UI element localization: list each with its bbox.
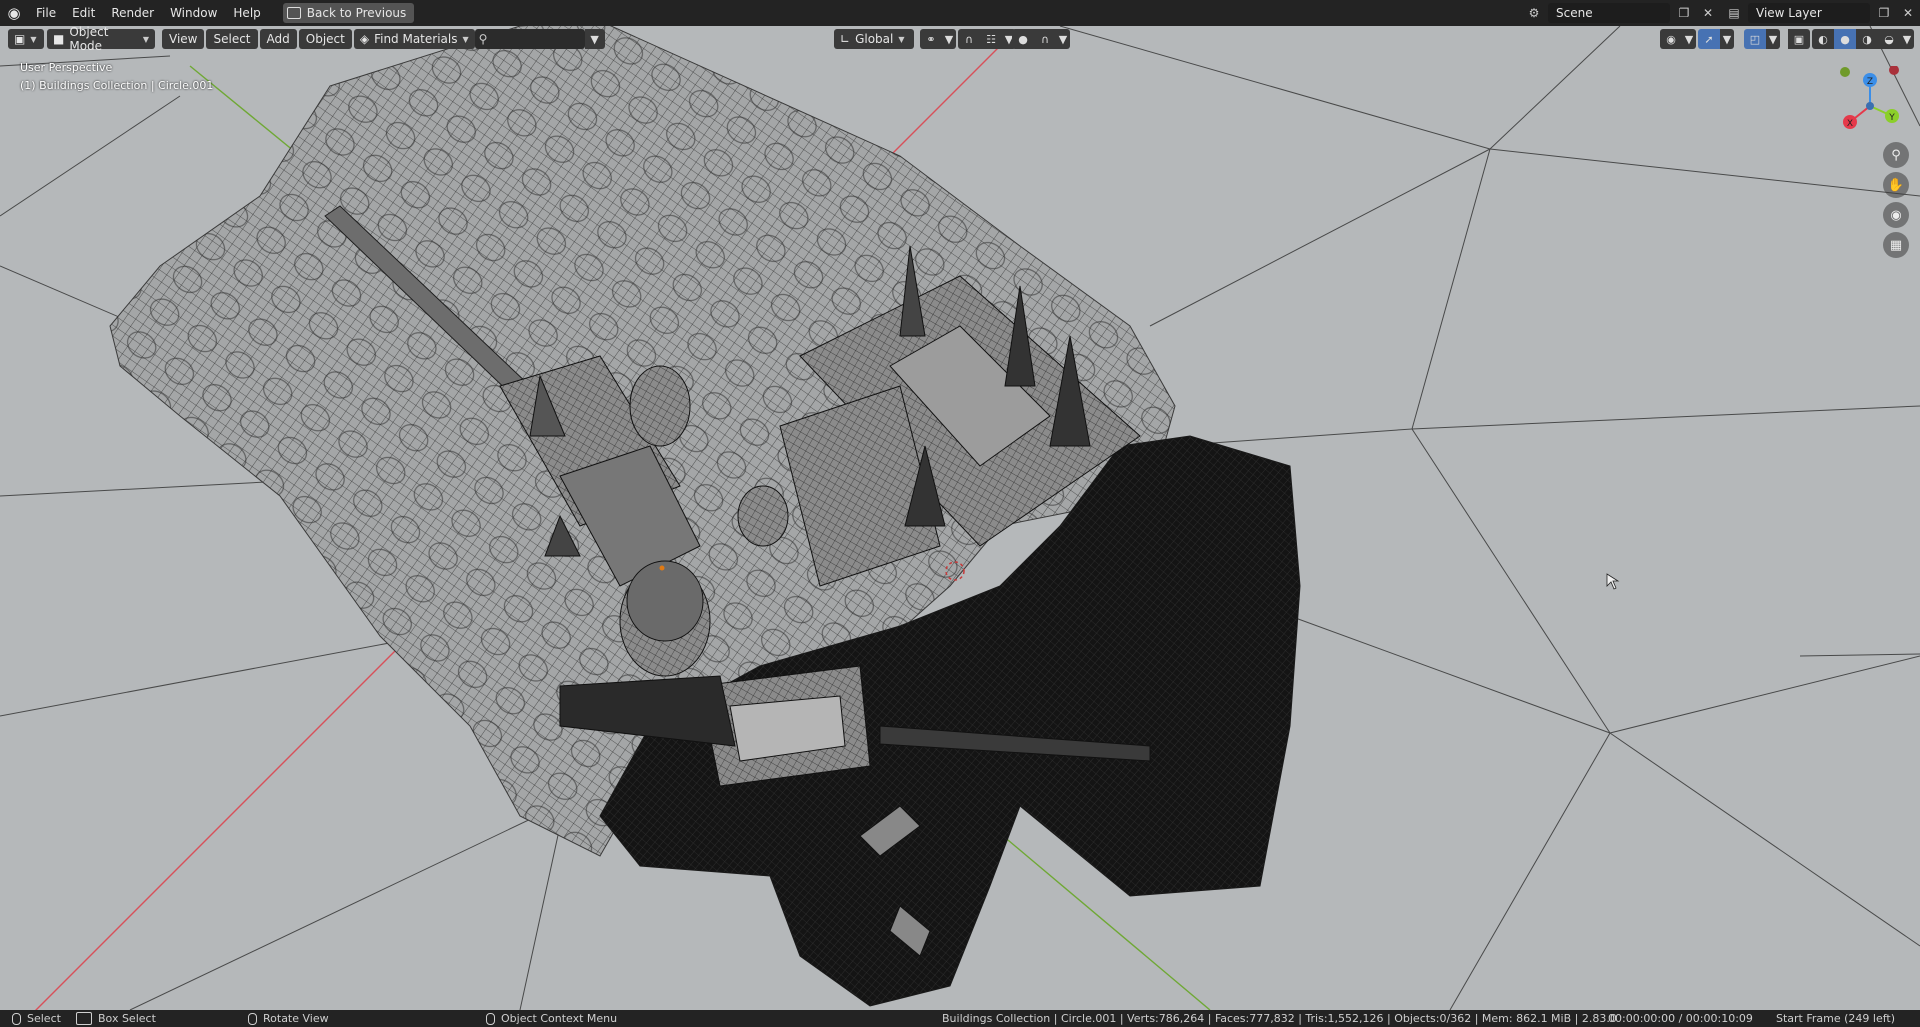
editor-type-dropdown[interactable]: ▣ ▼ [8, 29, 44, 49]
hand-icon[interactable]: ✋ [1883, 172, 1909, 198]
materials-icon: ◈ [359, 32, 370, 46]
object-menu[interactable]: Object [298, 29, 352, 49]
object-mode-icon: ■ [53, 32, 65, 46]
menu-render[interactable]: Render [103, 0, 162, 26]
scene-field[interactable]: Scene [1548, 3, 1670, 23]
navigation-gizmo[interactable]: X Y Z [1830, 66, 1910, 146]
add-menu[interactable]: Add [259, 29, 297, 49]
material-shading-icon[interactable]: ◑ [1856, 29, 1878, 49]
pivot-icon[interactable]: ⚭ [920, 29, 942, 49]
gizmo-x-label: X [1847, 119, 1853, 129]
close-view-layer-icon[interactable]: ✕ [1898, 3, 1918, 23]
timecode: 00:00:00:00 / 00:00:10:09 [1608, 1012, 1753, 1025]
object-mode-label: Object Mode [69, 26, 109, 53]
search-input[interactable]: ⚲ [474, 29, 585, 49]
new-scene-icon[interactable]: ❐ [1674, 3, 1694, 23]
camera-icon[interactable]: ◉ [1883, 202, 1909, 228]
find-materials-dropdown[interactable]: ◈ Find Materials ▼ [353, 29, 475, 49]
snap-icon[interactable]: ∩ [958, 29, 980, 49]
new-view-layer-icon[interactable]: ❐ [1874, 3, 1894, 23]
blender-logo-icon[interactable]: ◉ [0, 0, 28, 26]
zoom-icon[interactable]: ⚲ [1883, 142, 1909, 168]
view-menu[interactable]: View [162, 29, 205, 49]
top-menu-bar: ◉ File Edit Render Window Help Back to P… [0, 0, 1920, 26]
object-origin [659, 565, 665, 571]
visibility-icon[interactable]: ◉ [1660, 29, 1682, 49]
gizmo-neg-y-handle[interactable] [1840, 67, 1850, 77]
transform-icon: ∟ [840, 32, 851, 46]
object-mode-dropdown[interactable]: ■ Object Mode ▼ [47, 26, 155, 53]
menu-help[interactable]: Help [225, 0, 268, 26]
select-menu[interactable]: Select [206, 29, 258, 49]
status-select: Select [27, 1012, 61, 1025]
status-box-select: Box Select [98, 1012, 156, 1025]
gizmo-dropdown-icon[interactable]: ▼ [1720, 29, 1734, 49]
menu-window[interactable]: Window [162, 0, 225, 26]
gizmo-icon[interactable]: ➚ [1698, 29, 1720, 49]
close-icon[interactable]: ✕ [1698, 3, 1718, 23]
xray-icon[interactable]: ▣ [1788, 29, 1810, 49]
start-frame-info: Start Frame (249 left) [1776, 1012, 1896, 1025]
mouse-pointer [1606, 573, 1620, 590]
view-layer-icon[interactable]: ▤ [1724, 3, 1744, 23]
status-bar: Select Box Select Rotate View Object Con… [0, 1010, 1920, 1027]
visibility-dropdown-icon[interactable]: ▼ [1682, 29, 1696, 49]
overlay-dropdown-icon[interactable]: ▼ [1766, 29, 1780, 49]
transform-orientation-dropdown[interactable]: ∟ Global ▼ [834, 29, 914, 49]
overlay-icon[interactable]: ◰ [1744, 29, 1766, 49]
proportional-falloff-icon[interactable]: ∩ [1034, 29, 1056, 49]
editor-type-icon: ▣ [14, 32, 26, 46]
wireframe-shading-icon[interactable]: ◐ [1812, 29, 1834, 49]
scene-icon[interactable]: ⚙ [1524, 3, 1544, 23]
3d-viewport[interactable]: ▣ ▼ ■ Object Mode ▼ View Select Add Objec… [0, 26, 1920, 1010]
solid-shading-icon[interactable]: ● [1834, 29, 1856, 49]
transform-orientation-label: Global [855, 32, 894, 46]
gizmo-neg-x-handle[interactable] [1889, 66, 1899, 75]
search-icon: ⚲ [478, 32, 488, 46]
x-axis-line-upper [879, 35, 1011, 167]
back-to-previous-label: Back to Previous [306, 6, 407, 20]
box-select-icon [76, 1012, 92, 1025]
perspective-label: User Perspective [20, 61, 113, 74]
gizmo-z-label: Z [1867, 77, 1873, 87]
find-materials-label: Find Materials [374, 32, 458, 46]
status-rotate-view: Rotate View [263, 1012, 329, 1025]
mouse-right-icon [486, 1012, 495, 1025]
pivot-dropdown-icon[interactable]: ▼ [942, 29, 956, 49]
rendered-shading-icon[interactable]: ◒ [1878, 29, 1900, 49]
mouse-middle-icon [248, 1012, 257, 1025]
menu-file[interactable]: File [28, 0, 64, 26]
view-layer-field[interactable]: View Layer [1748, 3, 1870, 23]
shading-dropdown-icon[interactable]: ▼ [1900, 29, 1914, 49]
snap-target-icon[interactable]: ☷ [980, 29, 1002, 49]
back-icon [286, 7, 301, 19]
viewport-scene [0, 26, 1920, 1010]
status-context-menu: Object Context Menu [501, 1012, 618, 1025]
menu-edit[interactable]: Edit [64, 0, 103, 26]
search-options-icon[interactable]: ▼ [584, 29, 605, 49]
proportional-icon[interactable]: ● [1012, 29, 1034, 49]
mouse-left-icon [12, 1012, 21, 1025]
gizmo-y-label: Y [1888, 113, 1895, 123]
grid-icon[interactable]: ▦ [1883, 232, 1909, 258]
collection-info-label: (1) Buildings Collection | Circle.001 [20, 79, 214, 92]
scene-stats: Buildings Collection | Circle.001 | Vert… [942, 1012, 1617, 1025]
back-to-previous-button[interactable]: Back to Previous [282, 3, 415, 23]
proportional-dropdown-icon[interactable]: ▼ [1056, 29, 1070, 49]
